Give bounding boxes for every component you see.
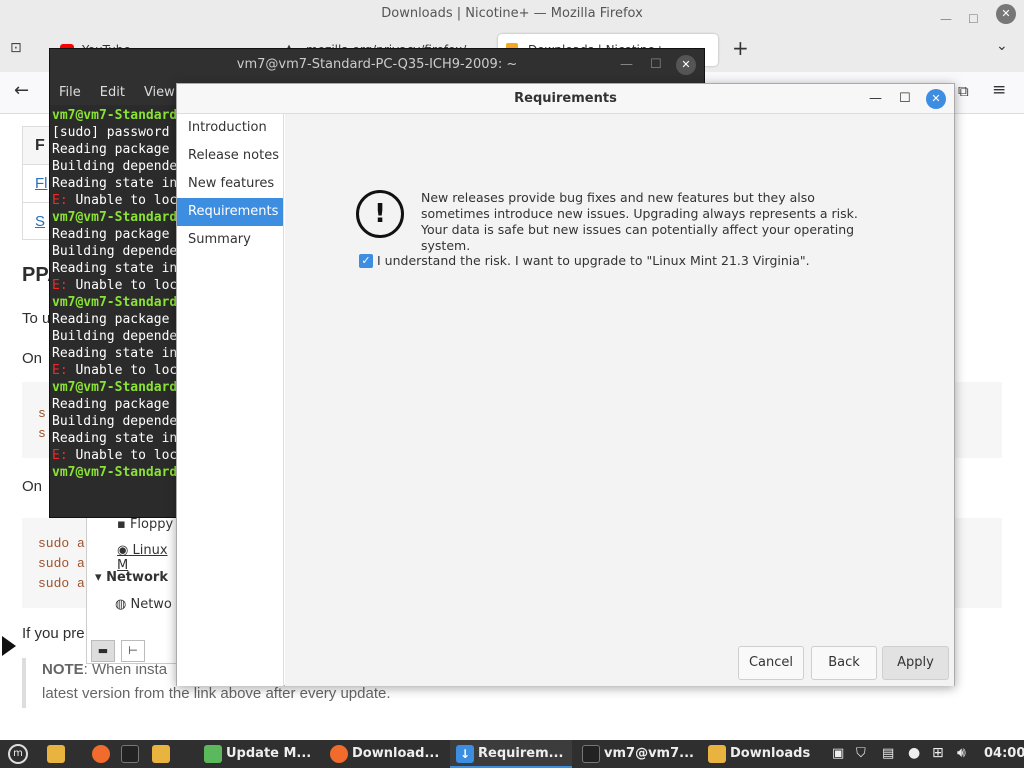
sidebar-item-linux-mint[interactable]: ◉ Linux M: [117, 543, 177, 573]
mint-menu-icon[interactable]: m: [8, 744, 28, 764]
globe-icon: ◍: [115, 597, 127, 612]
new-tab-icon[interactable]: +: [732, 36, 749, 60]
menu-view[interactable]: View: [144, 85, 175, 100]
maximize-icon[interactable]: ☐: [650, 49, 662, 81]
network-icon[interactable]: ⊞: [932, 745, 944, 761]
paragraph: To u: [22, 310, 51, 327]
extensions-icon[interactable]: ⧉: [958, 82, 969, 100]
step-summary[interactable]: Summary: [177, 226, 283, 254]
close-icon[interactable]: ✕: [926, 89, 946, 109]
window-title: Downloads | Nicotine+ — Mozilla Firefox: [381, 6, 643, 21]
cancel-button[interactable]: Cancel: [738, 646, 804, 680]
download-icon: ↓: [456, 745, 474, 763]
task-label: vm7@vm7...: [604, 746, 694, 761]
floppy-icon: ▪: [117, 517, 126, 532]
taskbar: m Update M... Download... ↓ Requirem... v…: [0, 740, 1024, 768]
back-button[interactable]: Back: [811, 646, 877, 680]
notes-icon[interactable]: ▤: [882, 746, 894, 761]
step-introduction[interactable]: Introduction: [177, 114, 283, 142]
menu-file[interactable]: File: [59, 85, 81, 100]
checkbox-label[interactable]: I understand the risk. I want to upgrade…: [377, 253, 810, 268]
terminal-icon: [582, 745, 600, 763]
disc-icon: ◉: [117, 543, 129, 558]
dialog-main: ! New releases provide bug fixes and new…: [285, 114, 954, 686]
firefox-icon[interactable]: [92, 745, 110, 763]
menu-edit[interactable]: Edit: [100, 85, 125, 100]
minimize-icon[interactable]: —: [620, 49, 633, 81]
upgrade-dialog: Requirements — ☐ ✕ Introduction Release …: [176, 83, 955, 686]
chevron-down-icon: ▾: [95, 570, 102, 585]
task-label: Requirem...: [478, 746, 564, 761]
shield-icon: [204, 745, 222, 763]
window-title: vm7@vm7-Standard-PC-Q35-ICH9-2009: ~: [236, 57, 518, 72]
section-label: Network: [106, 570, 168, 585]
warning-icon: !: [356, 190, 404, 238]
paragraph: If you pre: [22, 625, 85, 642]
task-label: Update M...: [226, 746, 312, 761]
close-icon[interactable]: ✕: [676, 55, 696, 75]
chevron-down-icon[interactable]: ⌄: [996, 38, 1008, 54]
task-label: Download...: [352, 746, 440, 761]
files-icon[interactable]: [47, 745, 65, 763]
file-manager-window: ▪ Floppy ◉ Linux M ▾ Network ◍ Netwo ▬ ⊢: [86, 514, 178, 664]
clipboard-icon[interactable]: ▣: [832, 746, 844, 761]
section-network[interactable]: ▾ Network: [95, 570, 168, 585]
user-icon[interactable]: ●: [908, 745, 920, 761]
dialog-title: Requirements: [514, 91, 617, 106]
sidebar-item-label: Netwo: [130, 597, 172, 612]
firefox-titlebar: Downloads | Nicotine+ — Mozilla Firefox …: [0, 0, 1024, 28]
dialog-titlebar: Requirements — ☐ ✕: [177, 84, 954, 114]
tab-overview-icon[interactable]: ⊡: [10, 40, 22, 56]
folder-icon[interactable]: [152, 745, 170, 763]
risk-message: New releases provide bug fixes and new f…: [421, 190, 858, 253]
maximize-icon[interactable]: ☐: [899, 84, 911, 114]
back-arrow-icon[interactable]: ←: [14, 80, 29, 101]
sidebar-item-label: Floppy: [129, 517, 174, 532]
task-update-manager[interactable]: Update M...: [198, 740, 320, 768]
task-downloads[interactable]: Downloads: [702, 740, 824, 768]
step-sidebar: Introduction Release notes New features …: [177, 114, 284, 686]
apply-button[interactable]: Apply: [882, 646, 949, 680]
paragraph: On: [22, 350, 43, 367]
folder-icon[interactable]: ▬: [91, 640, 115, 662]
volume-icon[interactable]: 🔊︎: [957, 745, 966, 761]
menu-icon[interactable]: ≡: [992, 80, 1006, 100]
sidebar-item-floppy[interactable]: ▪ Floppy: [117, 517, 173, 532]
task-terminal[interactable]: vm7@vm7...: [576, 740, 698, 768]
clock[interactable]: 04:00: [984, 740, 1024, 768]
terminal-icon[interactable]: [121, 745, 139, 763]
task-requirements[interactable]: ↓ Requirem...: [450, 740, 572, 768]
close-icon[interactable]: ✕: [996, 4, 1016, 24]
firefox-icon: [330, 745, 348, 763]
risk-checkbox[interactable]: ✓: [359, 254, 373, 268]
step-new-features[interactable]: New features: [177, 170, 283, 198]
task-firefox[interactable]: Download...: [324, 740, 446, 768]
sidebar-item-network[interactable]: ◍ Netwo: [115, 597, 172, 612]
terminal-titlebar: vm7@vm7-Standard-PC-Q35-ICH9-2009: ~ — ☐…: [50, 49, 704, 81]
task-label: Downloads: [730, 746, 811, 761]
tree-icon[interactable]: ⊢: [121, 640, 145, 662]
shield-icon[interactable]: ⛉: [856, 746, 866, 761]
step-requirements[interactable]: Requirements: [177, 198, 283, 226]
mouse-cursor-icon: [2, 636, 16, 656]
minimize-icon[interactable]: —: [869, 84, 882, 114]
paragraph: On: [22, 478, 43, 495]
note-label: NOTE: [42, 661, 84, 678]
step-release-notes[interactable]: Release notes: [177, 142, 283, 170]
folder-icon: [708, 745, 726, 763]
